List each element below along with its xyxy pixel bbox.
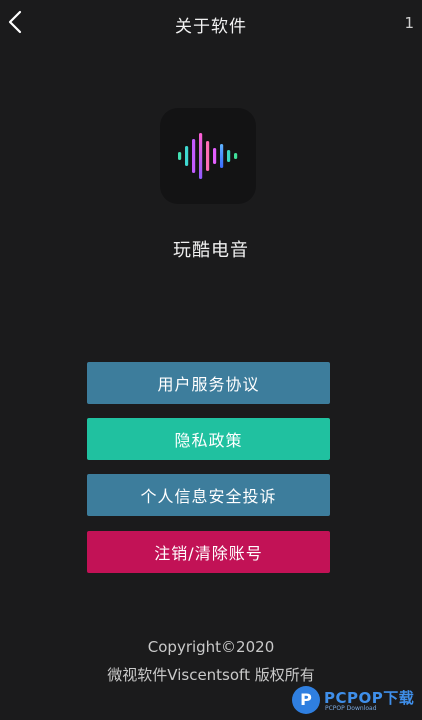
personal-info-complaint-button[interactable]: 个人信息安全投诉 bbox=[87, 474, 330, 516]
watermark: P PCPOP下载 PCPOP Download bbox=[292, 684, 420, 716]
owner-text: 微视软件Viscentsoft 版权所有 bbox=[107, 666, 315, 684]
user-agreement-button[interactable]: 用户服务协议 bbox=[87, 362, 330, 404]
page-title: 关于软件 bbox=[175, 17, 247, 37]
app-name: 玩酷电音 bbox=[173, 240, 249, 261]
sound-wave-icon bbox=[178, 133, 238, 179]
copyright-text: Copyright©2020 bbox=[147, 638, 275, 656]
about-screen: 关于软件 1 玩酷电音 用户服务协议 隐私政策 个人信息安全投诉 注销/清除账号… bbox=[0, 0, 422, 720]
corner-number: 1 bbox=[404, 14, 414, 32]
cancel-account-button[interactable]: 注销/清除账号 bbox=[87, 531, 330, 573]
app-logo bbox=[160, 108, 256, 204]
watermark-logo-icon: P bbox=[292, 686, 320, 714]
privacy-policy-button[interactable]: 隐私政策 bbox=[87, 418, 330, 460]
watermark-subtext: PCPOP Download bbox=[325, 705, 377, 712]
header-bar: 关于软件 1 bbox=[0, 0, 422, 46]
